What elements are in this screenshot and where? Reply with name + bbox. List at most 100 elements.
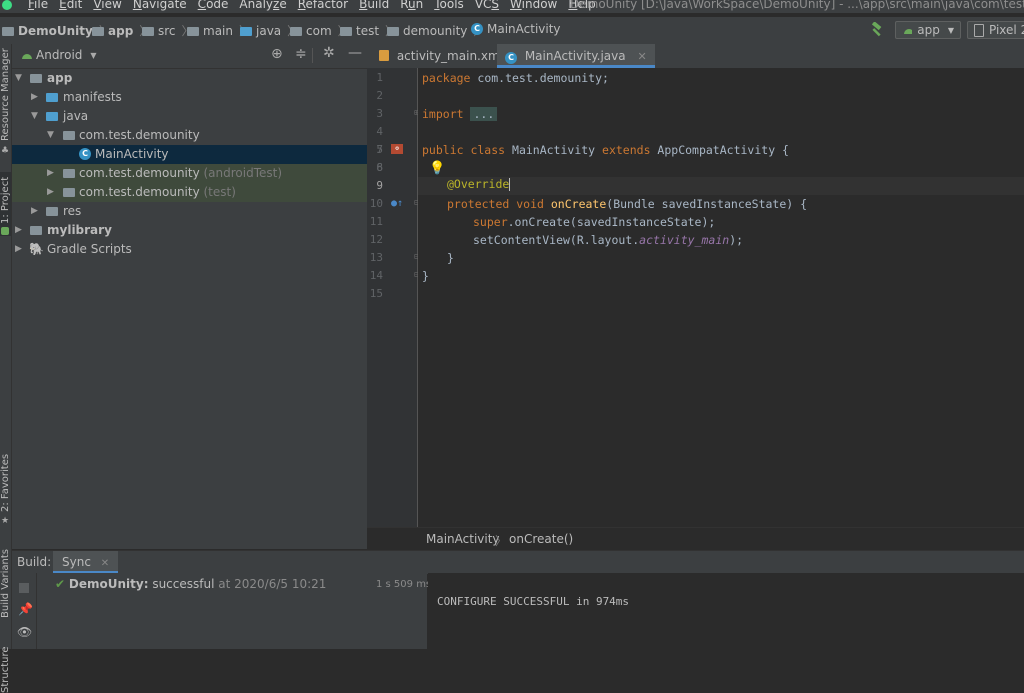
pin-icon[interactable]: 📌: [18, 602, 33, 616]
breadcrumb-method[interactable]: onCreate(): [509, 532, 573, 546]
build-result-row[interactable]: ✔ DemoUnity: successful at 2020/6/5 10:2…: [55, 577, 326, 591]
collapsed-arrow-icon: ▶: [15, 225, 22, 235]
source-folder-icon: [240, 27, 252, 36]
editor-tab-bar: activity_main.xml ✕ C MainActivity.java …: [367, 44, 1024, 69]
menu-item-view[interactable]: View: [93, 0, 121, 11]
build-variants-tab[interactable]: Build Variants: [0, 549, 11, 618]
line-number: 11: [369, 215, 383, 228]
project-view-dropdown[interactable]: Android ▼: [36, 48, 97, 62]
expanded-arrow-icon: ▼: [15, 73, 22, 83]
menu-item-window[interactable]: Window: [510, 0, 557, 11]
tree-item-res[interactable]: ▶ res: [12, 202, 367, 221]
menu-item-navigate[interactable]: Navigate: [133, 0, 187, 11]
menu-bar: File Edit View Navigate Code Analyze Refactor B…: [0, 0, 1024, 13]
line-number: 8: [376, 161, 383, 174]
menu-item-run[interactable]: Run: [400, 0, 423, 11]
close-icon[interactable]: ✕: [637, 50, 646, 63]
close-icon[interactable]: ✕: [101, 558, 109, 569]
line-number: 9: [376, 179, 383, 192]
build-tree: ✔ DemoUnity: successful at 2020/6/5 10:2…: [12, 573, 431, 649]
tree-item-app[interactable]: ▼ app: [12, 69, 367, 88]
breadcrumb-class[interactable]: MainActivity: [426, 532, 500, 546]
expanded-arrow-icon: ▼: [47, 130, 54, 140]
project-tree: ▼ app ▶ manifests ▼ java ▼ com.test.demo…: [12, 69, 367, 549]
menu-item-code[interactable]: Code: [198, 0, 229, 11]
package-icon: [63, 188, 75, 197]
navigation-bar: DemoUnity〉 app〉 src〉 main〉 java〉 com〉 te…: [0, 17, 1024, 45]
xml-file-icon: [379, 50, 389, 61]
tree-item-package[interactable]: ▼ com.test.demounity: [12, 126, 367, 145]
device-dropdown[interactable]: Pixel 2: [967, 21, 1024, 39]
tree-item-package-androidtest[interactable]: ▶ com.test.demounity (androidTest): [12, 164, 367, 183]
code-line-12: setContentView(R.layout.activity_main);: [473, 233, 744, 247]
package-icon: [63, 131, 75, 140]
tree-item-java[interactable]: ▼ java: [12, 107, 367, 126]
code-line-3: import ...: [422, 107, 498, 121]
menu-item-file[interactable]: File: [28, 0, 48, 11]
tree-item-manifests[interactable]: ▶ manifests: [12, 88, 367, 107]
favorites-tab[interactable]: 2: Favorites: [0, 454, 11, 512]
project-tab[interactable]: 1: Project: [0, 177, 11, 224]
breadcrumb-mainactivity[interactable]: C MainActivity: [471, 22, 561, 36]
menu-item-vcs[interactable]: VCS: [475, 0, 499, 11]
hammer-icon[interactable]: [869, 22, 885, 38]
folder-icon: [46, 93, 58, 102]
menu-item-build[interactable]: Build: [359, 0, 389, 11]
code-line-7: public class MainActivity extends AppCom…: [422, 143, 789, 157]
override-marker-icon[interactable]: ●↑: [391, 198, 403, 209]
line-number: 15: [369, 287, 383, 300]
project-panel-header: Android ▼ ⊕ ≑ ✲ —: [12, 44, 367, 69]
folder-icon: [187, 27, 199, 36]
collapsed-arrow-icon: ▶: [31, 206, 38, 216]
menu-item-analyze[interactable]: Analyze: [239, 0, 286, 11]
android-icon: [904, 29, 913, 34]
lightbulb-icon[interactable]: 💡: [429, 161, 445, 176]
build-toolbar: 📌 👁: [12, 573, 37, 649]
hide-icon[interactable]: —: [348, 45, 362, 61]
module-folder-icon: [30, 74, 42, 83]
source-folder-icon: [46, 112, 58, 121]
tree-item-mylibrary[interactable]: ▶ mylibrary: [12, 221, 367, 240]
module-folder-icon: [92, 27, 104, 36]
class-icon: C: [471, 23, 483, 35]
tree-item-package-test[interactable]: ▶ com.test.demounity (test): [12, 183, 367, 202]
module-folder-icon: [30, 226, 42, 235]
android-icon: [22, 54, 32, 59]
run-config-dropdown[interactable]: app ▼: [895, 21, 961, 39]
code-line-10: protected void onCreate(Bundle savedInst…: [447, 197, 808, 211]
build-duration: 1 s 509 ms: [376, 579, 432, 590]
collapsed-arrow-icon: ▶: [47, 187, 54, 197]
line-number: 14: [369, 269, 383, 282]
activity-marker-icon[interactable]: ⚙: [391, 144, 403, 154]
structure-tab[interactable]: Structure: [0, 646, 11, 693]
divider: [312, 48, 313, 63]
phone-icon: [974, 23, 984, 37]
eye-icon[interactable]: 👁: [17, 625, 32, 639]
code-editor[interactable]: package com.test.demounity; import ... p…: [418, 68, 1024, 527]
locate-icon[interactable]: ⊕: [271, 46, 283, 62]
tree-item-mainactivity[interactable]: C MainActivity: [12, 145, 367, 164]
code-line-1: package com.test.demounity;: [422, 71, 609, 85]
resource-icon: ♣: [1, 146, 10, 156]
menu-item-edit[interactable]: Edit: [59, 0, 82, 11]
chevron-down-icon: ▼: [90, 50, 97, 60]
resource-manager-tab[interactable]: Resource Manager: [0, 48, 11, 141]
line-number: 13: [369, 251, 383, 264]
breadcrumb-separator: 〉: [495, 534, 508, 548]
stop-icon[interactable]: [19, 583, 29, 593]
editor-breadcrumb: MainActivity 〉 onCreate(): [367, 527, 1024, 550]
folded-imports[interactable]: ...: [470, 107, 498, 121]
code-line-14: }: [422, 269, 429, 283]
folder-icon: [142, 27, 154, 36]
project-folder-icon: [2, 27, 14, 36]
gear-icon[interactable]: ✲: [323, 45, 335, 61]
menu-item-refactor[interactable]: Refactor: [298, 0, 348, 11]
collapse-all-icon[interactable]: ≑: [295, 46, 307, 62]
tab-mainactivity-java[interactable]: C MainActivity.java ✕: [497, 44, 655, 68]
line-number: 10: [369, 197, 383, 210]
tree-item-gradle-scripts[interactable]: ▶ 🐘 Gradle Scripts: [12, 240, 367, 259]
tab-sync[interactable]: Sync ✕: [53, 551, 119, 573]
menu-item-tools[interactable]: Tools: [434, 0, 464, 11]
breadcrumb-src[interactable]: src〉: [142, 22, 194, 39]
build-label: Build:: [17, 555, 52, 569]
